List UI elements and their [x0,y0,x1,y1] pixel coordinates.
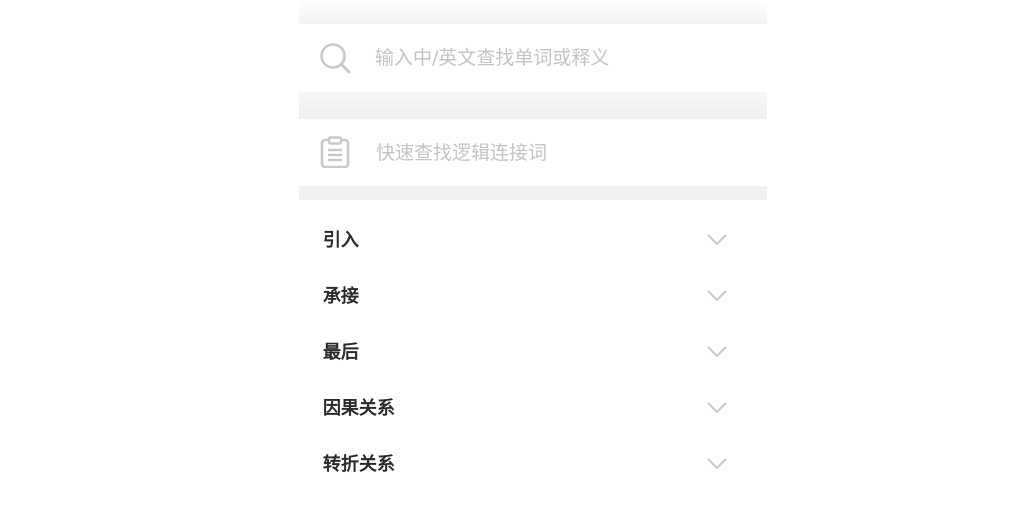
category-item-contrast[interactable]: 转折关系 [299,437,767,493]
category-label: 最后 [323,342,359,363]
chevron-down-icon[interactable] [706,401,728,415]
search-icon[interactable] [319,42,351,74]
category-label: 因果关系 [323,398,395,419]
chevron-down-icon[interactable] [706,289,728,303]
category-label: 引入 [323,230,359,251]
quick-find-label: 快速查找逻辑连接词 [376,142,548,164]
chevron-down-icon[interactable] [706,457,728,471]
top-divider [299,0,767,24]
category-item-intro[interactable]: 引入 [299,213,767,269]
category-item-cause-effect[interactable]: 因果关系 [299,381,767,437]
search-input[interactable] [375,43,735,73]
clipboard-icon [319,136,351,169]
category-label: 转折关系 [323,454,395,475]
quick-find-connectors-button[interactable]: 快速查找逻辑连接词 [299,119,767,186]
category-label: 承接 [323,286,359,307]
category-item-finally[interactable]: 最后 [299,325,767,381]
category-list: 引入 承接 最后 因果关系 转折关系 [299,213,767,493]
section-divider [299,92,767,119]
search-bar[interactable] [299,24,767,92]
category-item-continuation[interactable]: 承接 [299,269,767,325]
connector-search-panel: 快速查找逻辑连接词 引入 承接 最后 因果关系 [299,0,767,525]
chevron-down-icon[interactable] [706,233,728,247]
chevron-down-icon[interactable] [706,345,728,359]
section-divider [299,186,767,200]
